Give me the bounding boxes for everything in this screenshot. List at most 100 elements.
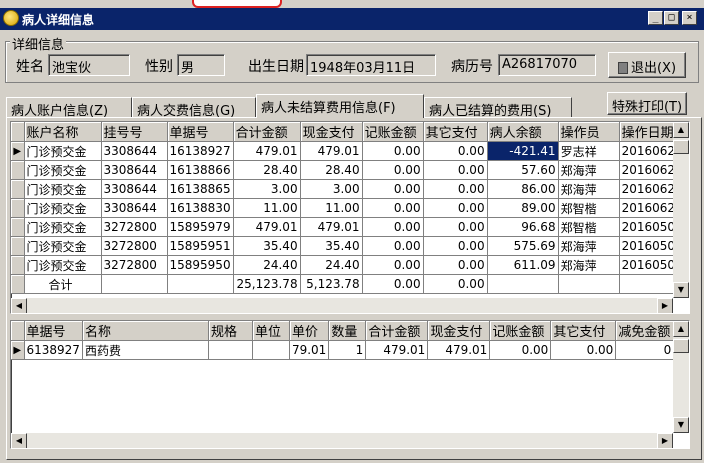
table-cell[interactable]: 门诊预交金 [24,179,102,199]
table-cell[interactable]: 西药费 [82,340,209,360]
table-cell[interactable]: 0.00 [423,160,488,180]
table-cell[interactable]: 28.40 [233,160,301,180]
tab-settled-fees[interactable]: 病人已结算的费用(S) [424,97,572,119]
current-row-pointer-icon[interactable]: ▶ [11,340,25,360]
table-cell[interactable]: 郑智楷 [558,198,620,218]
row-indicator[interactable] [11,217,25,237]
upper-hscroll[interactable]: ◀ ▶ [11,298,673,313]
table-cell[interactable]: 16138927 [167,141,234,161]
column-header[interactable]: 挂号号 [101,122,168,142]
tab-account-info[interactable]: 病人账户信息(Z) [6,97,132,119]
table-cell[interactable]: 35.40 [300,236,363,256]
table-cell[interactable]: 16138830 [167,198,234,218]
table-cell[interactable]: 0.00 [362,236,424,256]
table-cell[interactable]: 0.00 [362,160,424,180]
table-row[interactable]: 门诊预交金 3308644 16138866 28.40 28.40 0.00 0.00 57… [11,160,686,180]
table-cell[interactable]: 0.00 [362,141,424,161]
column-header[interactable]: 减免金额 [615,321,675,341]
table-cell[interactable]: 3.00 [233,179,301,199]
table-cell[interactable]: 郑智楷 [558,217,620,237]
table-cell[interactable]: 0.00 [550,340,617,360]
table-cell[interactable]: 479.01 [427,340,491,360]
table-cell[interactable] [252,340,290,360]
table-cell[interactable]: 16138865 [167,179,234,199]
table-cell[interactable] [208,340,253,360]
column-header[interactable]: 单据号 [167,122,234,142]
record-field[interactable]: A26817070 [498,54,596,76]
scroll-right-arrow-icon[interactable]: ▶ [657,298,673,313]
table-cell[interactable]: 门诊预交金 [24,141,102,161]
column-header[interactable]: 其它支付 [550,321,617,341]
table-cell[interactable]: 3308644 [101,160,168,180]
table-cell[interactable]: 3272800 [101,255,168,275]
scroll-left-arrow-icon[interactable]: ◀ [11,298,27,313]
table-cell[interactable]: 15895979 [167,217,234,237]
table-cell[interactable]: 0 [615,340,675,360]
table-cell[interactable]: 79.01 [289,340,330,360]
table-cell[interactable]: 57.60 [487,160,559,180]
birth-field[interactable]: 1948年03月11日 [306,54,436,76]
column-header[interactable]: 合计金额 [233,122,301,142]
table-cell[interactable]: 郑海萍 [558,160,620,180]
column-header[interactable]: 单位 [252,321,290,341]
special-print-button[interactable]: 特殊打印(T) [607,92,687,115]
table-cell[interactable]: 86.00 [487,179,559,199]
table-cell[interactable]: 门诊预交金 [24,198,102,218]
table-cell[interactable]: 3.00 [300,179,363,199]
table-cell[interactable]: 0.00 [423,141,488,161]
table-row[interactable]: 门诊预交金 3272800 15895951 35.40 35.40 0.00 0.00 57… [11,236,686,256]
row-indicator[interactable] [11,198,25,218]
table-cell[interactable]: 24.40 [300,255,363,275]
table-cell[interactable]: 6138927 [24,340,83,360]
table-cell[interactable]: 0.00 [423,198,488,218]
table-cell[interactable]: 479.01 [365,340,429,360]
table-cell[interactable]: 3308644 [101,141,168,161]
table-cell[interactable]: 0.00 [362,198,424,218]
column-header[interactable]: 名称 [82,321,209,341]
column-header[interactable]: 现金支付 [427,321,491,341]
column-header[interactable]: 现金支付 [300,122,363,142]
minimize-button[interactable]: _ [648,11,663,25]
close-button[interactable]: × [682,11,697,25]
column-header[interactable]: 其它支付 [423,122,488,142]
table-cell[interactable]: 0.00 [423,179,488,199]
table-cell[interactable]: -421.41 [487,141,559,161]
table-cell[interactable]: 96.68 [487,217,559,237]
upper-vscroll-thumb[interactable] [673,140,689,154]
table-cell[interactable]: 479.01 [300,217,363,237]
name-field[interactable]: 池宝伙 [48,54,130,76]
table-cell[interactable]: 3272800 [101,217,168,237]
table-cell[interactable]: 郑海萍 [558,236,620,256]
table-cell[interactable]: 479.01 [233,141,301,161]
column-header[interactable]: 合计金额 [365,321,429,341]
lower-vscroll[interactable]: ▲ ▼ [673,321,689,433]
table-cell[interactable]: 611.09 [487,255,559,275]
table-cell[interactable]: 0.00 [489,340,552,360]
table-cell[interactable]: 15895951 [167,236,234,256]
scroll-up-arrow-icon[interactable]: ▲ [673,321,689,337]
lower-vscroll-thumb[interactable] [673,339,689,353]
table-cell[interactable]: 0.00 [362,255,424,275]
table-cell[interactable]: 89.00 [487,198,559,218]
table-cell[interactable]: 郑海萍 [558,255,620,275]
column-header[interactable]: 病人余额 [487,122,559,142]
table-row[interactable]: 门诊预交金 3308644 16138830 11.00 11.00 0.00 0.00 89… [11,198,686,218]
table-cell[interactable]: 3308644 [101,198,168,218]
table-cell[interactable]: 1 [328,340,367,360]
column-header[interactable]: 单价 [289,321,330,341]
lower-hscroll[interactable]: ◀ ▶ [11,433,673,448]
row-indicator[interactable] [11,236,25,256]
tab-unsettled-fees[interactable]: 病人未结算费用信息(F) [256,94,424,118]
scroll-left-arrow-icon[interactable]: ◀ [11,433,27,448]
table-cell[interactable]: 15895950 [167,255,234,275]
table-cell[interactable]: 0.00 [423,236,488,256]
table-cell[interactable]: 门诊预交金 [24,217,102,237]
table-row[interactable]: 门诊预交金 3272800 15895950 24.40 24.40 0.00 0.00 61… [11,255,686,275]
table-row[interactable]: ▶ 门诊预交金 3308644 16138927 479.01 479.01 0.00 0.0… [11,141,686,161]
table-cell[interactable]: 28.40 [300,160,363,180]
column-header[interactable]: 操作员 [558,122,620,142]
table-cell[interactable]: 罗志祥 [558,141,620,161]
column-header[interactable]: 账户名称 [24,122,102,142]
row-indicator[interactable] [11,160,25,180]
row-indicator[interactable] [11,179,25,199]
